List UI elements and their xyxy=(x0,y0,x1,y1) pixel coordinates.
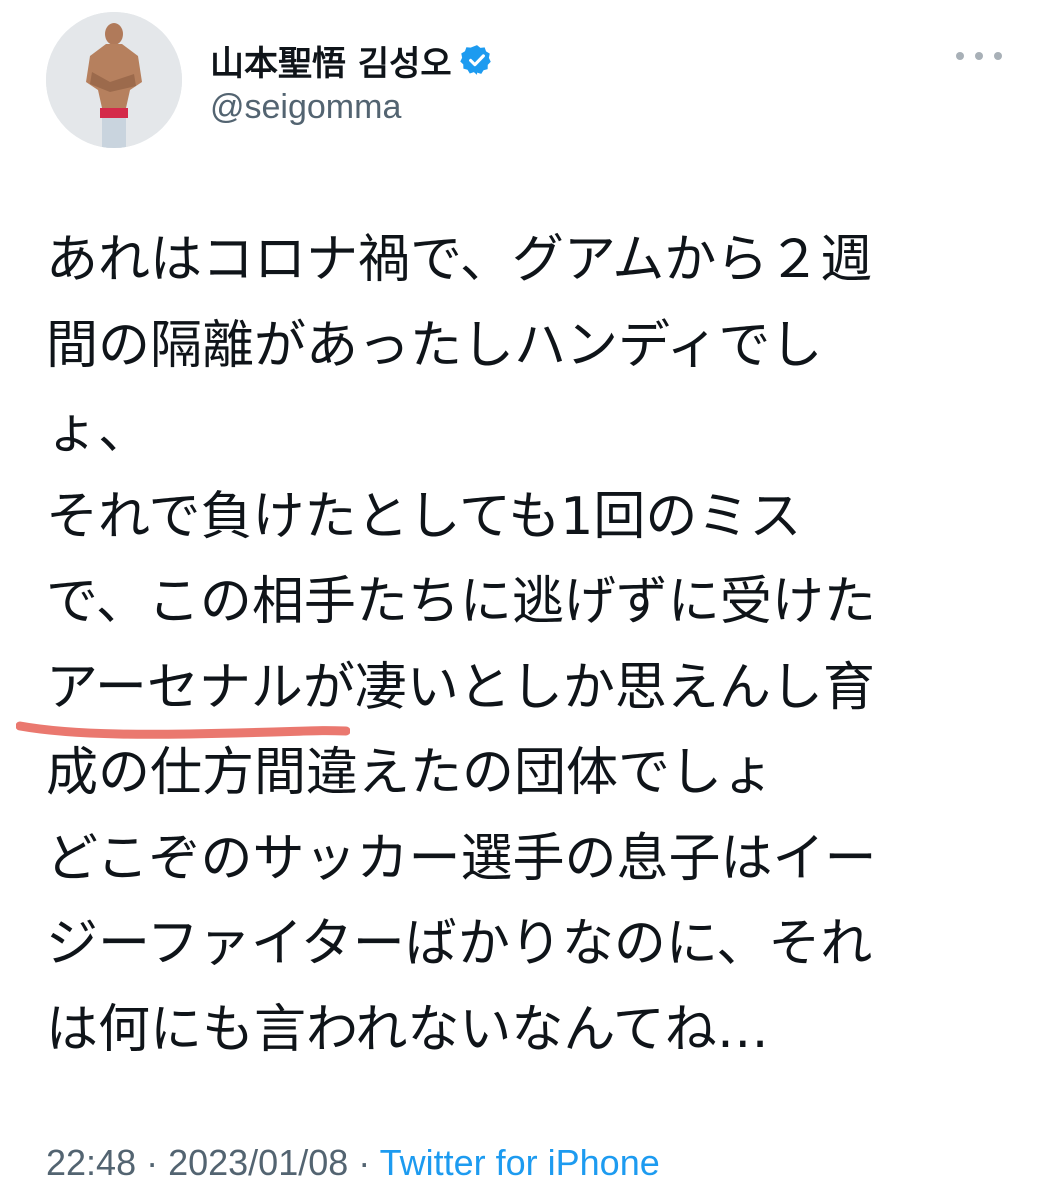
tweet-text-line: ょ、 xyxy=(46,401,151,461)
meta-separator: · xyxy=(136,1142,169,1183)
avatar[interactable] xyxy=(46,12,182,148)
tweet-text-line: は何にも言われないなんてね… xyxy=(46,999,769,1060)
tweet-text-line: 成の仕方間違えたの団体でしょ xyxy=(46,743,775,803)
tweet-text-line: どこぞのサッカー選手の息子はイー xyxy=(46,828,877,889)
tweet-date[interactable]: 2023/01/08 xyxy=(168,1142,348,1183)
more-dot xyxy=(994,52,1002,60)
tweet-time[interactable]: 22:48 xyxy=(46,1142,136,1183)
author-name-row: 山本聖悟 김성오 xyxy=(210,36,494,85)
tweet-text-line: 間の隔離があったしハンディでし xyxy=(46,315,823,376)
more-dot xyxy=(956,52,964,60)
tweet-text-line: ジーファイターばかりなのに、それ xyxy=(46,914,873,974)
verified-badge-icon xyxy=(459,45,491,75)
author-display-name[interactable]: 山本聖悟 김성오 xyxy=(210,36,452,85)
tweet-text-line: それで負けたとしても1回のミス xyxy=(46,486,802,547)
avatar-image xyxy=(46,12,182,148)
tweet-source-link[interactable]: Twitter for iPhone xyxy=(380,1142,660,1183)
tweet-text: あれはコロナ禍で、グアムから２週 間の隔離があったしハンディでし ょ、 それで負… xyxy=(46,218,1006,1073)
meta-separator: · xyxy=(348,1142,380,1183)
more-dot xyxy=(975,52,983,60)
hand-drawn-underline xyxy=(16,721,350,739)
author-handle[interactable]: @seigomma xyxy=(210,88,401,127)
tweet: 山本聖悟 김성오 @seigomma あれはコロナ禍で、グアムから２週 間の隔離… xyxy=(0,0,1042,1200)
more-options-icon[interactable] xyxy=(956,44,1002,68)
tweet-meta: 22:48 · 2023/01/08 · Twitter for iPhone xyxy=(46,1142,660,1184)
tweet-text-line: で、この相手たちに逃げずに受けた xyxy=(46,572,876,632)
tweet-text-line: あれはコロナ禍で、グアムから２週 xyxy=(46,230,873,290)
